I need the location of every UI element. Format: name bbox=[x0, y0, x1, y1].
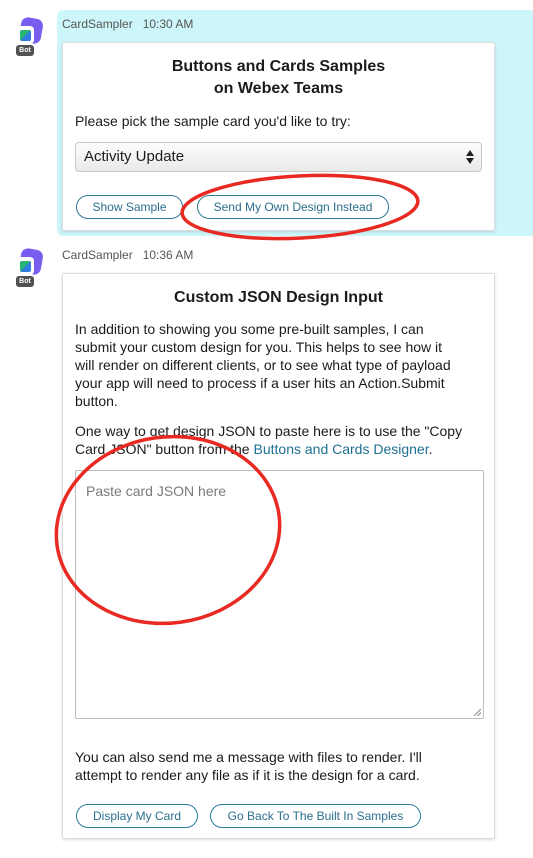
samples-card: Buttons and Cards Samples on Webex Teams… bbox=[62, 42, 495, 231]
bot-avatar-icon[interactable]: Bot bbox=[14, 247, 45, 289]
bot-badge: Bot bbox=[16, 276, 34, 287]
sender-name: CardSampler bbox=[62, 17, 133, 31]
go-back-button[interactable]: Go Back To The Built In Samples bbox=[210, 804, 421, 828]
bot-avatar-icon[interactable]: Bot bbox=[14, 16, 45, 58]
send-own-design-button[interactable]: Send My Own Design Instead bbox=[197, 195, 389, 219]
sample-card-select[interactable]: Activity Update bbox=[75, 142, 482, 172]
intro-line: In addition to showing you some pre-buil… bbox=[75, 321, 424, 337]
designer-line: One way to get design JSON to paste here… bbox=[75, 423, 463, 439]
files-line: attempt to render any file as if it is t… bbox=[75, 767, 420, 783]
designer-line-prefix: Card JSON" button from the bbox=[75, 441, 254, 457]
select-value: Activity Update bbox=[84, 148, 185, 165]
designer-link[interactable]: Buttons and Cards Designer bbox=[254, 441, 429, 457]
message-meta: CardSampler 10:30 AM bbox=[62, 17, 193, 31]
show-sample-button[interactable]: Show Sample bbox=[76, 195, 183, 219]
card-json-textarea[interactable]: Paste card JSON here bbox=[75, 470, 484, 719]
card-title-line1: Buttons and Cards Samples bbox=[171, 58, 386, 75]
intro-line: submit your custom design for you. This … bbox=[75, 339, 443, 355]
intro-line: will render on different clients, or to … bbox=[75, 357, 451, 373]
designer-paragraph: One way to get design JSON to paste here… bbox=[75, 422, 490, 458]
card-title: Custom JSON Design Input bbox=[174, 289, 383, 306]
bot-badge: Bot bbox=[16, 45, 34, 56]
textarea-placeholder: Paste card JSON here bbox=[86, 483, 227, 499]
intro-paragraph: In addition to showing you some pre-buil… bbox=[75, 320, 490, 410]
message-meta: CardSampler 10:36 AM bbox=[62, 248, 193, 262]
designer-line-suffix: . bbox=[428, 441, 433, 457]
intro-line: button. bbox=[75, 393, 118, 409]
intro-line: your app will need to process if a user … bbox=[75, 375, 445, 391]
avatar-front-shape bbox=[16, 257, 34, 275]
files-paragraph: You can also send me a message with file… bbox=[75, 748, 490, 784]
resize-grip-icon[interactable] bbox=[473, 708, 481, 716]
pick-prompt: Please pick the sample card you'd like t… bbox=[75, 113, 351, 129]
message-time: 10:30 AM bbox=[142, 17, 194, 31]
custom-json-card: Custom JSON Design Input In addition to … bbox=[62, 273, 495, 839]
avatar-front-shape bbox=[16, 26, 34, 44]
sender-name: CardSampler bbox=[62, 248, 133, 262]
card-title-line2: on Webex Teams bbox=[213, 80, 344, 97]
files-line: You can also send me a message with file… bbox=[75, 749, 422, 765]
message-time: 10:36 AM bbox=[142, 248, 194, 262]
select-arrows-icon bbox=[466, 150, 474, 164]
designer-line: Card JSON" button from the Buttons and C… bbox=[75, 440, 490, 458]
display-my-card-button[interactable]: Display My Card bbox=[76, 804, 198, 828]
